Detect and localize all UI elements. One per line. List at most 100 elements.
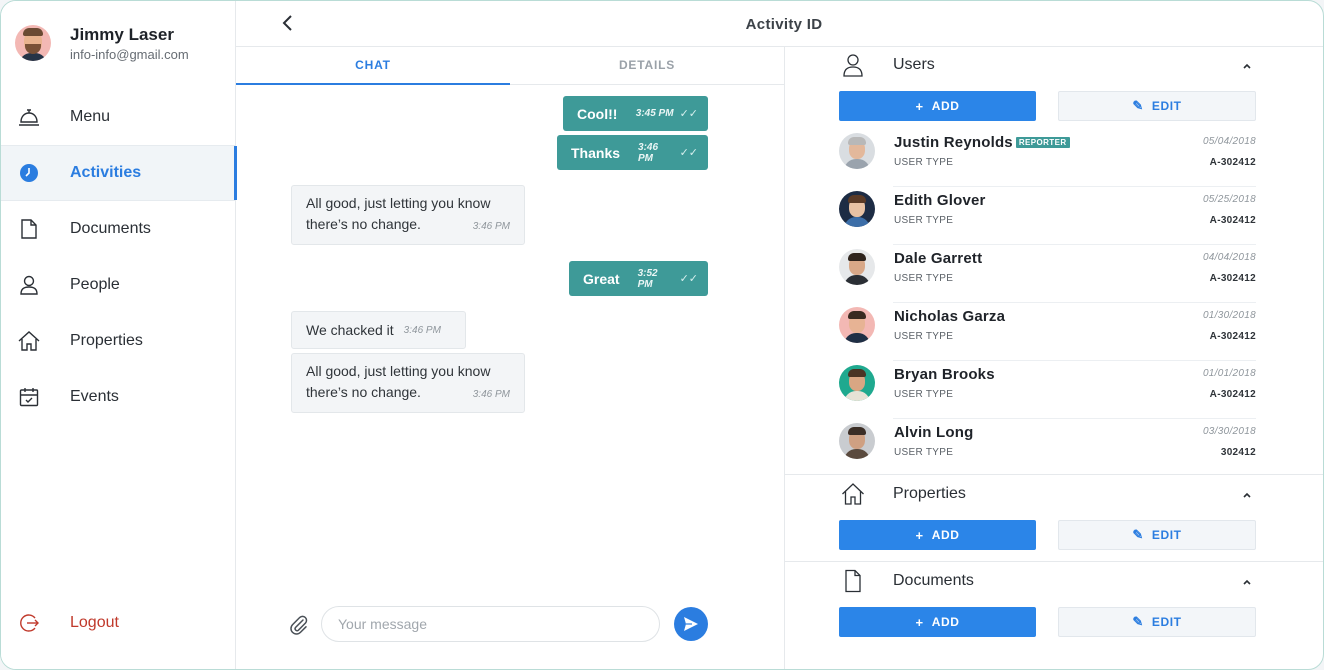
- avatar: [839, 307, 875, 343]
- user-row[interactable]: Bryan Brooks USER TYPE 01/01/2018 A-3024…: [839, 361, 1256, 419]
- page-title: Activity ID: [745, 16, 823, 33]
- home-icon: [18, 330, 40, 352]
- section-properties-header[interactable]: Properties: [785, 476, 1323, 512]
- user-date: 01/30/2018: [1202, 310, 1256, 321]
- calendar-icon: [18, 386, 40, 408]
- message-time: 3:45 PM: [635, 108, 674, 119]
- user-name: Edith Glover: [894, 192, 986, 209]
- section-title: Documents: [893, 572, 974, 589]
- home-icon: [841, 482, 865, 506]
- clock-icon: [18, 162, 40, 184]
- pencil-icon: ✎: [1132, 614, 1144, 629]
- bell-icon: [18, 106, 40, 128]
- tab-chat[interactable]: CHAT: [236, 47, 510, 85]
- user-date: 05/25/2018: [1202, 194, 1256, 205]
- add-property-button[interactable]: + ADD: [839, 520, 1036, 550]
- message-text: We chacked it: [306, 321, 394, 338]
- message-input[interactable]: [321, 606, 660, 642]
- sidebar-item-people[interactable]: People: [1, 257, 236, 313]
- user-row[interactable]: Edith Glover USER TYPE 05/25/2018 A-3024…: [839, 187, 1256, 245]
- app-window: Jimmy Laser info-info@gmail.com Menu Act…: [0, 0, 1324, 670]
- section-users-header[interactable]: Users: [785, 47, 1323, 83]
- avatar: [839, 365, 875, 401]
- sidebar-item-label: Properties: [70, 332, 143, 349]
- user-name: Nicholas Garza: [894, 308, 1006, 325]
- message-time: 3:46 PM: [638, 141, 659, 164]
- avatar: [839, 133, 875, 169]
- edit-documents-button[interactable]: ✎ EDIT: [1058, 607, 1256, 637]
- user-code: A-302412: [1209, 331, 1256, 342]
- section-documents-header[interactable]: Documents: [785, 563, 1323, 599]
- message-composer: [236, 605, 785, 645]
- sidebar-item-menu[interactable]: Menu: [1, 89, 236, 145]
- message-text: Great: [583, 270, 620, 287]
- sidebar-nav: Menu Activities Documents People Propert…: [1, 89, 237, 425]
- sidebar-item-activities[interactable]: Activities: [1, 145, 237, 201]
- add-user-button[interactable]: + ADD: [839, 91, 1036, 121]
- double-check-icon: ✓✓: [679, 273, 698, 285]
- message-time: 3:52 PM: [637, 267, 658, 290]
- user-date: 05/04/2018: [1202, 136, 1256, 147]
- user-date: 03/30/2018: [1202, 426, 1256, 437]
- user-code: A-302412: [1209, 215, 1256, 226]
- divider: [785, 561, 1323, 562]
- document-icon: [841, 569, 865, 593]
- user-name: Bryan Brooks: [894, 366, 995, 383]
- reporter-badge: REPORTER: [1015, 137, 1070, 148]
- edit-users-button[interactable]: ✎ EDIT: [1058, 91, 1256, 121]
- user-code: A-302412: [1209, 389, 1256, 400]
- user-code: 302412: [1220, 447, 1256, 458]
- send-icon: [684, 617, 698, 631]
- sidebar-item-label: Menu: [70, 108, 111, 125]
- sidebar-item-properties[interactable]: Properties: [1, 313, 236, 369]
- user-row[interactable]: Dale Garrett USER TYPE 04/04/2018 A-3024…: [839, 245, 1256, 303]
- header: Activity ID: [236, 1, 1323, 47]
- message-incoming: We chacked it 3:46 PM: [291, 311, 466, 349]
- user-profile[interactable]: Jimmy Laser info-info@gmail.com: [15, 25, 189, 62]
- tab-bar: CHAT DETAILS: [236, 47, 784, 85]
- double-check-icon: ✓✓: [679, 108, 698, 120]
- avatar: [839, 191, 875, 227]
- section-title: Users: [893, 56, 935, 73]
- paperclip-icon: [290, 615, 308, 635]
- logout-icon: [18, 612, 40, 634]
- person-icon: [841, 53, 865, 77]
- person-icon: [18, 274, 40, 296]
- pencil-icon: ✎: [1132, 98, 1144, 113]
- user-name: Dale Garrett: [894, 250, 983, 267]
- double-check-icon: ✓✓: [679, 147, 698, 159]
- profile-email: info-info@gmail.com: [70, 47, 189, 62]
- pencil-icon: ✎: [1132, 527, 1144, 542]
- user-row[interactable]: Nicholas Garza USER TYPE 01/30/2018 A-30…: [839, 303, 1256, 361]
- user-type: USER TYPE: [894, 215, 954, 226]
- avatar: [839, 423, 875, 459]
- edit-properties-button[interactable]: ✎ EDIT: [1058, 520, 1256, 550]
- message-text: there’s no change.: [306, 384, 421, 400]
- tab-details[interactable]: DETAILS: [510, 47, 784, 84]
- message-text: there’s no change.: [306, 216, 421, 232]
- user-code: A-302412: [1209, 273, 1256, 284]
- message-outgoing: Thanks 3:46 PM ✓✓: [557, 135, 708, 170]
- sidebar-item-events[interactable]: Events: [1, 369, 236, 425]
- message-time: 3:46 PM: [403, 324, 441, 336]
- logout-button[interactable]: Logout: [18, 612, 119, 634]
- user-row[interactable]: Justin Reynolds REPORTER USER TYPE 05/04/…: [839, 129, 1256, 187]
- sidebar-item-documents[interactable]: Documents: [1, 201, 236, 257]
- message-text: Cool!!: [577, 105, 618, 122]
- sidebar-item-label: People: [70, 276, 120, 293]
- send-button[interactable]: [674, 607, 708, 641]
- user-type: USER TYPE: [894, 389, 954, 400]
- message-time: 3:46 PM: [472, 389, 510, 400]
- attach-button[interactable]: [288, 614, 310, 636]
- details-panel: Users + ADD ✎ EDIT Justin Reynolds REPORTER…: [785, 47, 1323, 669]
- user-type: USER TYPE: [894, 331, 954, 342]
- message-incoming: All good, just letting you know there’s …: [291, 185, 525, 245]
- user-row[interactable]: Alvin Long USER TYPE 03/30/2018 302412: [839, 419, 1256, 477]
- message-incoming: All good, just letting you know there’s …: [291, 353, 525, 413]
- user-type: USER TYPE: [894, 273, 954, 284]
- user-type: USER TYPE: [894, 447, 954, 458]
- user-type: USER TYPE: [894, 157, 954, 168]
- chat-pane: CHAT DETAILS Cool!! 3:45 PM ✓✓ Thanks 3:…: [236, 47, 785, 669]
- avatar: [15, 25, 51, 61]
- add-document-button[interactable]: + ADD: [839, 607, 1036, 637]
